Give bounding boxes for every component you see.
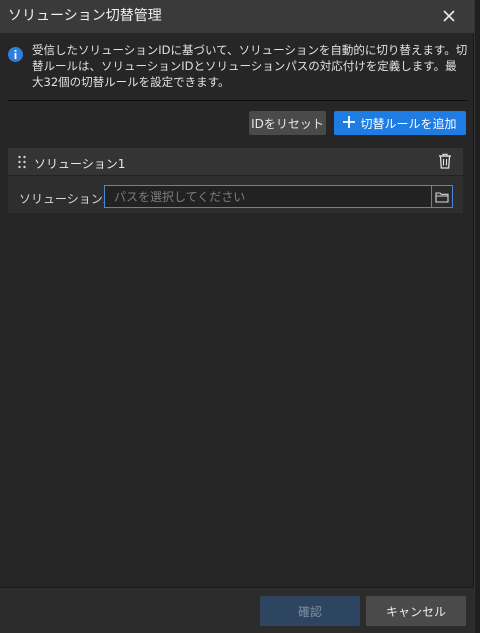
browse-folder-button[interactable] (431, 185, 453, 208)
delete-rule-button[interactable] (438, 153, 454, 171)
cancel-button[interactable]: キャンセル (366, 596, 466, 626)
reset-id-button[interactable]: IDをリセット (249, 111, 326, 135)
dialog-footer: 確認 キャンセル (0, 587, 474, 633)
info-message: 受信したソリューションIDに基づいて、ソリューションを自動的に切り替えます。切替… (8, 42, 468, 96)
close-button[interactable] (438, 5, 460, 27)
rule-header: ソリューション1 (8, 148, 463, 176)
reset-id-label: IDをリセット (251, 116, 324, 131)
window-edge (474, 0, 480, 633)
plus-icon (343, 115, 356, 132)
divider (8, 100, 468, 101)
confirm-label: 確認 (297, 604, 322, 619)
confirm-button[interactable]: 確認 (260, 596, 360, 626)
close-icon (443, 10, 455, 22)
drag-handle-icon[interactable] (18, 155, 26, 169)
info-text: 受信したソリューションIDに基づいて、ソリューションを自動的に切り替えます。切替… (32, 43, 468, 89)
trash-icon (439, 153, 451, 169)
rule-title: ソリューション1 (34, 157, 126, 171)
solution-path-input[interactable] (104, 185, 431, 208)
cancel-label: キャンセル (385, 604, 446, 619)
dialog-title: ソリューション切替管理 (8, 8, 162, 24)
add-rule-button[interactable]: 切替ルールを追加 (334, 111, 466, 135)
solution-switch-dialog: ソリューション切替管理 受信したソリューションIDに基づいて、ソリューションを自… (0, 0, 474, 633)
rule-panel: ソリューション1 ソリューションパス (8, 148, 463, 213)
folder-icon (435, 191, 449, 203)
add-rule-label: 切替ルールを追加 (360, 116, 457, 131)
title-bar: ソリューション切替管理 (0, 0, 474, 33)
info-icon (8, 47, 23, 62)
